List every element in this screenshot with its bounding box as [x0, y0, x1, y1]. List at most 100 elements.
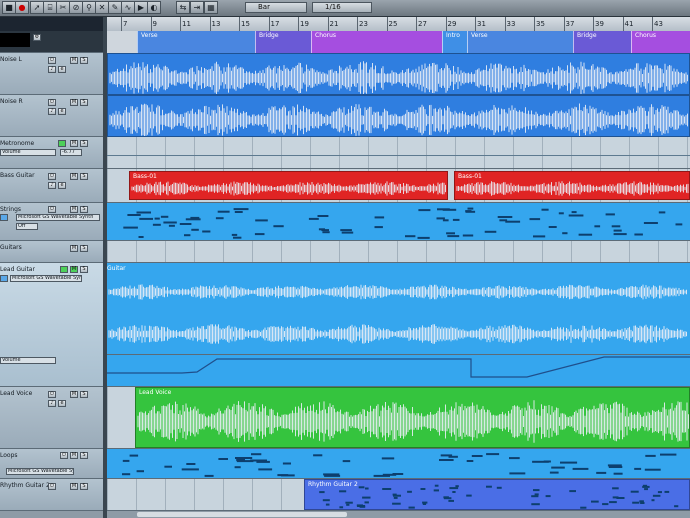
midi-note[interactable]	[602, 503, 609, 506]
solo-button[interactable]: S	[80, 140, 88, 147]
midi-note[interactable]	[609, 501, 617, 504]
midi-note[interactable]	[644, 468, 661, 471]
midi-note[interactable]	[233, 236, 242, 239]
midi-note[interactable]	[325, 503, 330, 506]
midi-note[interactable]	[313, 454, 323, 457]
lane-audio[interactable]	[107, 95, 690, 137]
mute-button[interactable]: M	[70, 391, 78, 398]
midi-note[interactable]	[632, 501, 640, 504]
midi-note[interactable]	[433, 489, 439, 492]
midi-note[interactable]	[534, 493, 539, 496]
solo-button[interactable]: S	[80, 245, 88, 252]
mute-button[interactable]: M	[70, 99, 78, 106]
midi-note[interactable]	[382, 473, 397, 476]
midi-note[interactable]	[322, 499, 330, 502]
snap-toggle-icon[interactable]: ⇆	[176, 1, 190, 14]
audio-clip[interactable]: Bass-01	[129, 171, 448, 200]
midi-note[interactable]	[578, 233, 593, 236]
track-header[interactable]: Guitars M S	[0, 241, 103, 263]
midi-note[interactable]	[181, 468, 199, 471]
midi-note[interactable]	[645, 454, 656, 457]
lane-strings[interactable]	[107, 203, 690, 241]
midi-note[interactable]	[465, 210, 476, 213]
midi-note[interactable]	[364, 501, 369, 504]
midi-note[interactable]	[340, 229, 352, 232]
audio-clip[interactable]	[107, 95, 690, 137]
midi-note[interactable]	[152, 223, 161, 226]
midi-note[interactable]	[657, 491, 662, 494]
midi-note[interactable]	[612, 496, 619, 499]
midi-note[interactable]	[630, 490, 639, 493]
monitor-icon[interactable]: ♪	[48, 400, 56, 407]
midi-note[interactable]	[281, 474, 295, 477]
midi-note[interactable]	[568, 214, 584, 217]
draw-tool-icon[interactable]: ✎	[108, 1, 122, 14]
track-header[interactable]: Noise L ⏻ M S ♪ e	[0, 53, 103, 95]
split-tool-icon[interactable]: ✂	[56, 1, 70, 14]
midi-note[interactable]	[562, 232, 568, 235]
autoscroll-icon[interactable]: ⇥	[190, 1, 204, 14]
midi-note[interactable]	[551, 466, 565, 469]
midi-note[interactable]	[541, 208, 549, 211]
midi-note[interactable]	[365, 487, 369, 490]
record-enable-button[interactable]	[60, 266, 68, 273]
mute-button[interactable]: M	[70, 206, 78, 213]
midi-note[interactable]	[258, 468, 273, 471]
zoom-tool-icon[interactable]: ⚲	[82, 1, 96, 14]
lane-metronome[interactable]	[107, 137, 690, 169]
midi-note[interactable]	[179, 223, 192, 225]
channel-slot[interactable]: Off	[16, 223, 38, 230]
monitor-icon[interactable]: ♪	[48, 182, 56, 189]
midi-note[interactable]	[359, 505, 366, 508]
marker[interactable]: Intro	[442, 31, 467, 53]
midi-note[interactable]	[381, 457, 395, 460]
midi-note[interactable]	[339, 490, 347, 493]
midi-note[interactable]	[342, 460, 351, 463]
power-icon[interactable]: ⏻	[60, 452, 68, 459]
range-tool-icon[interactable]: ⌸	[43, 1, 57, 14]
midi-note[interactable]	[446, 232, 455, 235]
midi-note[interactable]	[640, 502, 645, 504]
mute-button[interactable]: M	[70, 483, 78, 490]
edit-icon[interactable]: e	[58, 182, 66, 189]
midi-note[interactable]	[466, 460, 474, 462]
midi-note[interactable]	[204, 474, 214, 477]
midi-note[interactable]	[612, 487, 619, 490]
midi-note[interactable]	[139, 217, 153, 220]
solo-button[interactable]: S	[80, 391, 88, 398]
automation-param-select[interactable]: Volume	[0, 357, 56, 364]
midi-note[interactable]	[674, 505, 679, 508]
midi-note[interactable]	[358, 486, 365, 489]
marker[interactable]: Chorus	[311, 31, 442, 53]
midi-note[interactable]	[442, 219, 449, 222]
midi-note[interactable]	[596, 471, 607, 474]
midi-note[interactable]	[613, 472, 623, 475]
track-header[interactable]: Loops ⏻ M S Microsoft GS Wavetable Synth	[0, 449, 103, 479]
lane-bass[interactable]: Bass-01 Bass-01	[107, 169, 690, 203]
grid-toggle-icon[interactable]: ▦	[204, 1, 218, 14]
midi-note[interactable]	[250, 459, 267, 462]
midi-note[interactable]	[234, 466, 241, 469]
midi-note[interactable]	[531, 495, 539, 498]
midi-note[interactable]	[273, 225, 284, 228]
midi-note[interactable]	[362, 496, 371, 499]
midi-note[interactable]	[231, 233, 238, 236]
midi-note[interactable]	[251, 453, 262, 456]
track-header-selected[interactable]: Lead Guitar M S Microsoft GS Wavetable S…	[0, 263, 103, 387]
midi-note[interactable]	[122, 473, 131, 476]
midi-note[interactable]	[163, 221, 177, 224]
midi-note[interactable]	[154, 217, 160, 220]
instrument-select[interactable]: Microsoft GS Wavetable Synth	[6, 468, 74, 475]
midi-note[interactable]	[529, 218, 541, 221]
scrollbar-thumb[interactable]	[137, 512, 347, 517]
midi-note[interactable]	[560, 461, 578, 464]
midi-note[interactable]	[484, 230, 497, 233]
mute-button[interactable]: M	[70, 266, 78, 273]
midi-note[interactable]	[594, 225, 601, 228]
midi-note[interactable]	[533, 489, 540, 492]
midi-icon[interactable]	[0, 214, 8, 221]
midi-note[interactable]	[129, 454, 139, 457]
midi-note[interactable]	[462, 234, 474, 237]
midi-note[interactable]	[318, 228, 325, 231]
midi-note[interactable]	[467, 207, 474, 210]
